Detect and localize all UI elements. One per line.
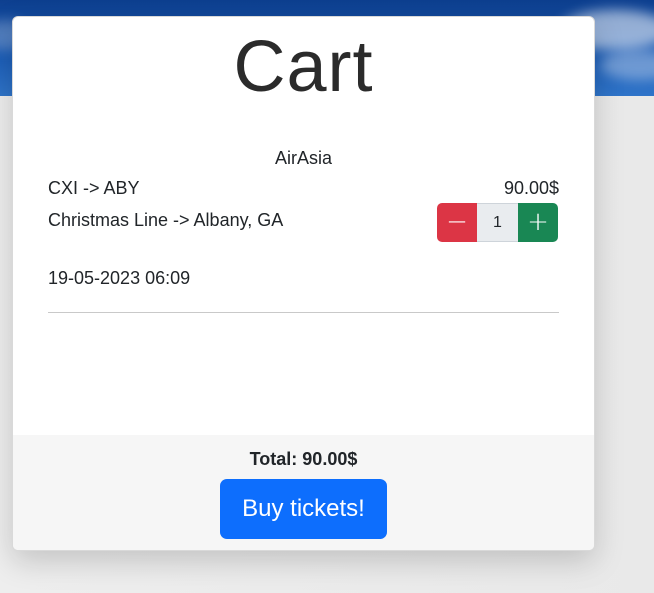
cart-title: Cart: [233, 27, 374, 107]
item-stations: Christmas Line -> Albany, GA: [48, 210, 284, 230]
decrement-button[interactable]: −: [437, 203, 477, 242]
cart-footer: Total: 90.00$ Buy tickets!: [13, 435, 594, 550]
cart-card: Cart AirAsia CXI -> ABY 90.00$ Christmas…: [12, 16, 595, 551]
quantity-stepper: − +: [437, 203, 558, 242]
cart-item: AirAsia CXI -> ABY 90.00$ Christmas Line…: [48, 145, 559, 313]
buy-tickets-button[interactable]: Buy tickets!: [220, 479, 387, 539]
cart-total: Total: 90.00$: [249, 449, 358, 469]
item-datetime: 19-05-2023 06:09: [48, 268, 191, 288]
item-airline: AirAsia: [274, 148, 332, 168]
quantity-input[interactable]: [477, 203, 518, 242]
item-route: CXI -> ABY: [48, 178, 140, 198]
cloud: [600, 50, 654, 80]
item-price: 90.00$: [503, 178, 559, 198]
increment-button[interactable]: +: [518, 203, 558, 242]
